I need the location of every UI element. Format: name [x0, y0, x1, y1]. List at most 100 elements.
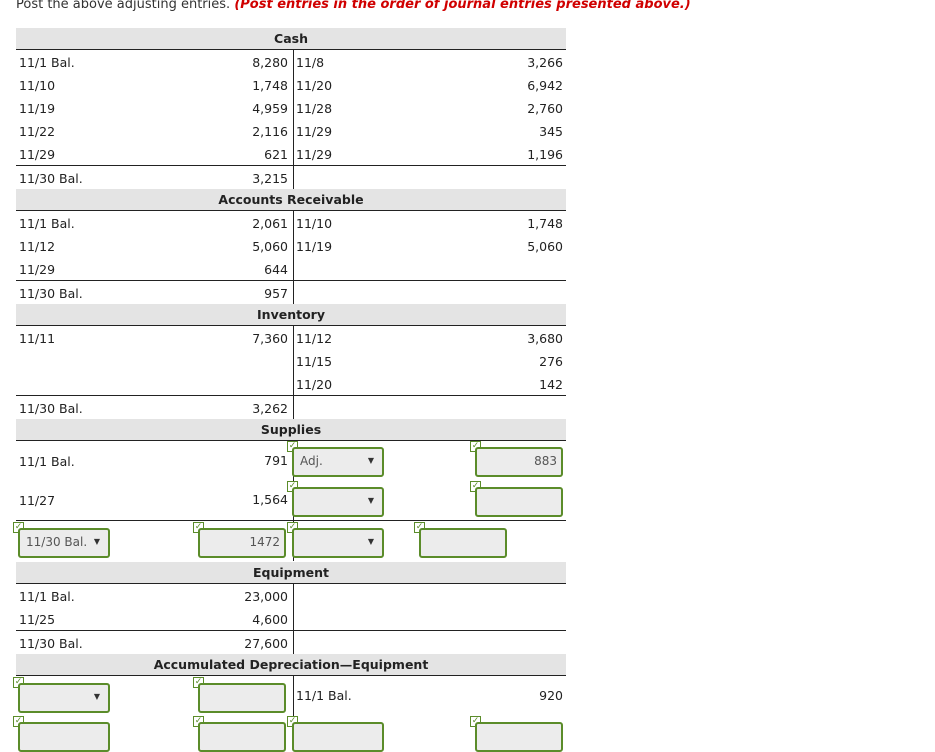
credit-label: 11/28 [296, 101, 333, 116]
ledger-row: 11/29 644 [16, 257, 566, 280]
credit-label: 11/12 [296, 331, 333, 346]
debit-label: 11/12 [19, 239, 56, 254]
ledger-row: 11/15 276 [16, 349, 566, 372]
debit-amount: 1,564 [252, 492, 288, 507]
ledger-row: 11/10 1,748 11/20 6,942 [16, 73, 566, 96]
debit-amount: 2,061 [252, 216, 288, 231]
credit-date-select[interactable]: Adj. ▼ [292, 447, 384, 477]
credit-amount-input[interactable] [475, 487, 563, 517]
credit-date-select[interactable]: ▼ [292, 487, 384, 517]
credit-amount: 5,060 [527, 239, 563, 254]
ledger-row: 11/25 4,600 [16, 607, 566, 630]
debit-amount: 791 [264, 453, 288, 468]
ledger-row: 11/22 2,116 11/29 345 [16, 119, 566, 142]
credit-amount: 2,760 [527, 101, 563, 116]
chevron-down-icon: ▼ [93, 537, 100, 546]
t-account-equipment: Equipment 11/1 Bal. 23,000 11/25 4,600 1… [16, 562, 566, 654]
debit-amount-input[interactable] [198, 683, 286, 713]
credit-label: 11/1 Bal. [296, 688, 352, 703]
chevron-down-icon: ▼ [93, 692, 100, 701]
t-account-cash: Cash 11/1 Bal. 8,280 11/8 3,266 11/10 1,… [16, 28, 566, 189]
ledger-row: 11/20 142 [16, 372, 566, 395]
credit-amount-input[interactable] [419, 528, 507, 558]
credit-date-select[interactable]: ▼ [292, 528, 384, 558]
balance-label: 11/30 Bal. [19, 401, 83, 416]
balance-amount: 3,215 [252, 171, 288, 186]
account-title: Accounts Receivable [16, 189, 566, 211]
ledger-row: 11/1 Bal. 23,000 [16, 584, 566, 607]
credit-amount-input[interactable] [475, 722, 563, 752]
credit-amount: 1,196 [527, 147, 563, 162]
debit-date-select[interactable]: ▼ [18, 683, 110, 713]
balance-amount: 27,600 [244, 636, 288, 651]
debit-label: 11/29 [19, 147, 56, 162]
credit-amount: 3,680 [527, 331, 563, 346]
t-account-inventory: Inventory 11/11 7,360 11/12 3,680 11/15 … [16, 304, 566, 419]
debit-amount: 7,360 [252, 331, 288, 346]
debit-amount: 4,959 [252, 101, 288, 116]
ledger-row: 11/19 4,959 11/28 2,760 [16, 96, 566, 119]
debit-amount: 2,116 [252, 124, 288, 139]
ledger-row: 11/1 Bal. 2,061 11/10 1,748 [16, 211, 566, 234]
balance-rule [16, 520, 566, 521]
debit-amount: 8,280 [252, 55, 288, 70]
balance-amount: 3,262 [252, 401, 288, 416]
credit-amount: 3,266 [527, 55, 563, 70]
debit-label: 11/22 [19, 124, 56, 139]
debit-amount: 644 [264, 262, 288, 277]
debit-amount: 23,000 [244, 589, 288, 604]
debit-label: 11/1 Bal. [19, 589, 75, 604]
account-title: Inventory [16, 304, 566, 326]
debit-label: 11/25 [19, 612, 56, 627]
credit-amount: 1,748 [527, 216, 563, 231]
balance-label: 11/30 Bal. [19, 636, 83, 651]
debit-label: 11/29 [19, 262, 56, 277]
account-title: Cash [16, 28, 566, 50]
ledger-row: 11/29 621 11/29 1,196 [16, 142, 566, 165]
debit-date-select[interactable] [18, 722, 110, 752]
ledger-row: 11/12 5,060 11/19 5,060 [16, 234, 566, 257]
credit-amount-input[interactable]: 883 [475, 447, 563, 477]
debit-amount: 1,748 [252, 78, 288, 93]
credit-label: 11/20 [296, 78, 333, 93]
balance-amount: 957 [264, 286, 288, 301]
debit-amount-input[interactable] [198, 722, 286, 752]
balance-row: 11/30 Bal. 3,215 [16, 165, 566, 189]
debit-label: 11/11 [19, 331, 56, 346]
balance-date-select[interactable]: 11/30 Bal. ▼ [18, 528, 110, 558]
instructions: Post the above adjusting entries. (Post … [16, 0, 691, 12]
balance-label: 11/30 Bal. [19, 171, 83, 186]
balance-label: 11/30 Bal. [19, 286, 83, 301]
account-title: Equipment [16, 562, 566, 584]
balance-row: 11/30 Bal. 957 [16, 280, 566, 304]
debit-label: 11/1 Bal. [19, 55, 75, 70]
debit-label: 11/27 [19, 493, 56, 508]
debit-amount: 5,060 [252, 239, 288, 254]
credit-label: 11/8 [296, 55, 325, 70]
credit-label: 11/19 [296, 239, 333, 254]
chevron-down-icon: ▼ [367, 456, 374, 465]
account-title: Accumulated Depreciation—Equipment [16, 654, 566, 676]
balance-row: 11/30 Bal. 27,600 [16, 630, 566, 654]
instruction-text: Post the above adjusting entries. [16, 0, 231, 12]
ledger-row: 11/11 7,360 11/12 3,680 [16, 326, 566, 349]
balance-row: 11/30 Bal. 3,262 [16, 395, 566, 419]
credit-amount: 142 [539, 377, 563, 392]
debit-amount: 4,600 [252, 612, 288, 627]
account-title: Supplies [16, 419, 566, 441]
instruction-note: (Post entries in the order of journal en… [234, 0, 691, 12]
balance-amount-input[interactable]: 1472 [198, 528, 286, 558]
credit-date-select[interactable] [292, 722, 384, 752]
debit-label: 11/19 [19, 101, 56, 116]
credit-amount: 920 [539, 688, 563, 703]
credit-label: 11/10 [296, 216, 333, 231]
credit-amount: 345 [539, 124, 563, 139]
credit-label: 11/29 [296, 124, 333, 139]
debit-label: 11/1 Bal. [19, 216, 75, 231]
credit-label: 11/15 [296, 354, 333, 369]
t-account-accounts-receivable: Accounts Receivable 11/1 Bal. 2,061 11/1… [16, 189, 566, 304]
credit-amount: 6,942 [527, 78, 563, 93]
debit-label: 11/1 Bal. [19, 454, 75, 469]
ledger-row: 11/1 Bal. 8,280 11/8 3,266 [16, 50, 566, 73]
credit-label: 11/29 [296, 147, 333, 162]
